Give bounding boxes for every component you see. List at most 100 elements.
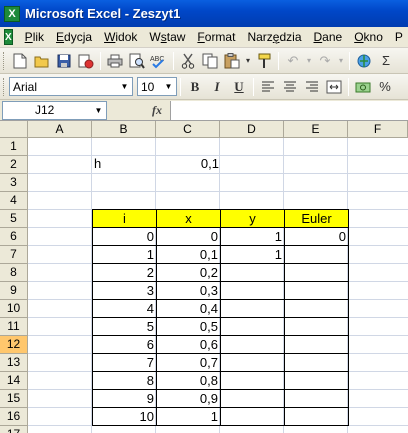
cell-y-value[interactable] xyxy=(220,407,285,426)
percent-icon[interactable]: % xyxy=(374,76,396,98)
row-header-9[interactable]: 9 xyxy=(0,282,28,300)
spelling-icon[interactable]: ABC xyxy=(148,50,170,72)
menu-window[interactable]: Okno xyxy=(348,30,389,44)
cell-euler-value[interactable] xyxy=(284,353,349,372)
menu-edit[interactable]: Edycja xyxy=(50,30,98,44)
new-icon[interactable] xyxy=(9,50,31,72)
cell-i-value[interactable]: 9 xyxy=(92,389,157,408)
row-header-4[interactable]: 4 xyxy=(0,192,28,210)
currency-icon[interactable] xyxy=(352,76,374,98)
italic-button[interactable]: I xyxy=(206,76,228,98)
table-header-x[interactable]: x xyxy=(156,209,221,228)
cut-icon[interactable] xyxy=(177,50,199,72)
cell-i-value[interactable]: 1 xyxy=(92,245,157,264)
cell-x-value[interactable]: 0,9 xyxy=(156,389,221,408)
font-name-select[interactable]: Arial ▼ xyxy=(9,77,133,96)
column-header-e[interactable]: E xyxy=(284,121,348,138)
row-header-12[interactable]: 12 xyxy=(0,336,28,354)
underline-button[interactable]: U xyxy=(228,76,250,98)
cell-euler-value[interactable] xyxy=(284,245,349,264)
redo-icon[interactable]: ↷ xyxy=(314,50,336,72)
align-center-icon[interactable] xyxy=(279,76,301,98)
cell-y-value[interactable]: 1 xyxy=(220,227,285,246)
cell-i-value[interactable]: 6 xyxy=(92,335,157,354)
cell-x-value[interactable]: 0,5 xyxy=(156,317,221,336)
cell-y-value[interactable]: 1 xyxy=(220,245,285,264)
cell-euler-value[interactable] xyxy=(284,407,349,426)
cell-euler-value[interactable] xyxy=(284,263,349,282)
cell-c2-h-value[interactable]: 0,1 xyxy=(156,155,221,174)
row-header-3[interactable]: 3 xyxy=(0,174,28,192)
select-all-corner[interactable] xyxy=(0,121,28,138)
cell-y-value[interactable] xyxy=(220,317,285,336)
cell-euler-value[interactable]: 0 xyxy=(284,227,349,246)
cell-euler-value[interactable] xyxy=(284,299,349,318)
cell-x-value[interactable]: 0,1 xyxy=(156,245,221,264)
document-icon[interactable]: X xyxy=(4,29,13,45)
excel-app-icon[interactable]: X xyxy=(4,5,20,22)
cell-euler-value[interactable] xyxy=(284,281,349,300)
cell-euler-value[interactable] xyxy=(284,389,349,408)
merge-center-icon[interactable] xyxy=(323,76,345,98)
open-icon[interactable] xyxy=(31,50,53,72)
cell-y-value[interactable] xyxy=(220,353,285,372)
cell-x-value[interactable]: 0,2 xyxy=(156,263,221,282)
row-header-11[interactable]: 11 xyxy=(0,318,28,336)
row-header-8[interactable]: 8 xyxy=(0,264,28,282)
column-header-d[interactable]: D xyxy=(220,121,284,138)
cell-b2-h-label[interactable]: h xyxy=(92,155,157,174)
row-header-16[interactable]: 16 xyxy=(0,408,28,426)
row-header-6[interactable]: 6 xyxy=(0,228,28,246)
cell-i-value[interactable]: 2 xyxy=(92,263,157,282)
permission-icon[interactable] xyxy=(75,50,97,72)
row-header-1[interactable]: 1 xyxy=(0,138,28,156)
column-header-b[interactable]: B xyxy=(92,121,156,138)
cell-x-value[interactable]: 0,6 xyxy=(156,335,221,354)
cell-euler-value[interactable] xyxy=(284,317,349,336)
cell-euler-value[interactable] xyxy=(284,371,349,390)
cell-i-value[interactable]: 3 xyxy=(92,281,157,300)
menu-format[interactable]: Format xyxy=(191,30,241,44)
table-header-euler[interactable]: Euler xyxy=(284,209,349,228)
row-header-17[interactable]: 17 xyxy=(0,426,28,433)
table-header-y[interactable]: y xyxy=(220,209,285,228)
row-header-10[interactable]: 10 xyxy=(0,300,28,318)
cell-y-value[interactable] xyxy=(220,389,285,408)
copy-icon[interactable] xyxy=(199,50,221,72)
worksheet-grid[interactable]: A B C D E F 1234567891011121314151617 h0… xyxy=(0,121,408,433)
column-header-c[interactable]: C xyxy=(156,121,220,138)
print-preview-icon[interactable] xyxy=(126,50,148,72)
cell-x-value[interactable]: 0,4 xyxy=(156,299,221,318)
table-header-i[interactable]: i xyxy=(92,209,157,228)
cell-x-value[interactable]: 0,8 xyxy=(156,371,221,390)
redo-dropdown-icon[interactable]: ▾ xyxy=(336,50,346,72)
font-size-select[interactable]: 10 ▼ xyxy=(137,77,177,96)
column-header-f[interactable]: F xyxy=(348,121,408,138)
cell-euler-value[interactable] xyxy=(284,335,349,354)
hyperlink-icon[interactable] xyxy=(353,50,375,72)
align-left-icon[interactable] xyxy=(257,76,279,98)
formula-input[interactable] xyxy=(170,100,408,120)
column-header-a[interactable]: A xyxy=(28,121,92,138)
row-header-14[interactable]: 14 xyxy=(0,372,28,390)
row-header-13[interactable]: 13 xyxy=(0,354,28,372)
insert-function-icon[interactable]: fx xyxy=(152,103,162,118)
cell-i-value[interactable]: 7 xyxy=(92,353,157,372)
menu-help[interactable]: P xyxy=(389,30,408,44)
toolbar-grip[interactable] xyxy=(3,77,6,96)
cell-x-value[interactable]: 0,3 xyxy=(156,281,221,300)
menu-file[interactable]: Plik xyxy=(19,30,50,44)
name-box[interactable]: J12 ▼ xyxy=(2,100,107,120)
paste-icon[interactable] xyxy=(221,50,243,72)
cell-y-value[interactable] xyxy=(220,263,285,282)
cell-i-value[interactable]: 8 xyxy=(92,371,157,390)
print-icon[interactable] xyxy=(104,50,126,72)
bold-button[interactable]: B xyxy=(184,76,206,98)
toolbar-grip[interactable] xyxy=(3,51,6,70)
row-header-2[interactable]: 2 xyxy=(0,156,28,174)
cell-i-value[interactable]: 10 xyxy=(92,407,157,426)
cell-y-value[interactable] xyxy=(220,335,285,354)
row-header-5[interactable]: 5 xyxy=(0,210,28,228)
cell-x-value[interactable]: 1 xyxy=(156,407,221,426)
menu-view[interactable]: Widok xyxy=(98,30,143,44)
